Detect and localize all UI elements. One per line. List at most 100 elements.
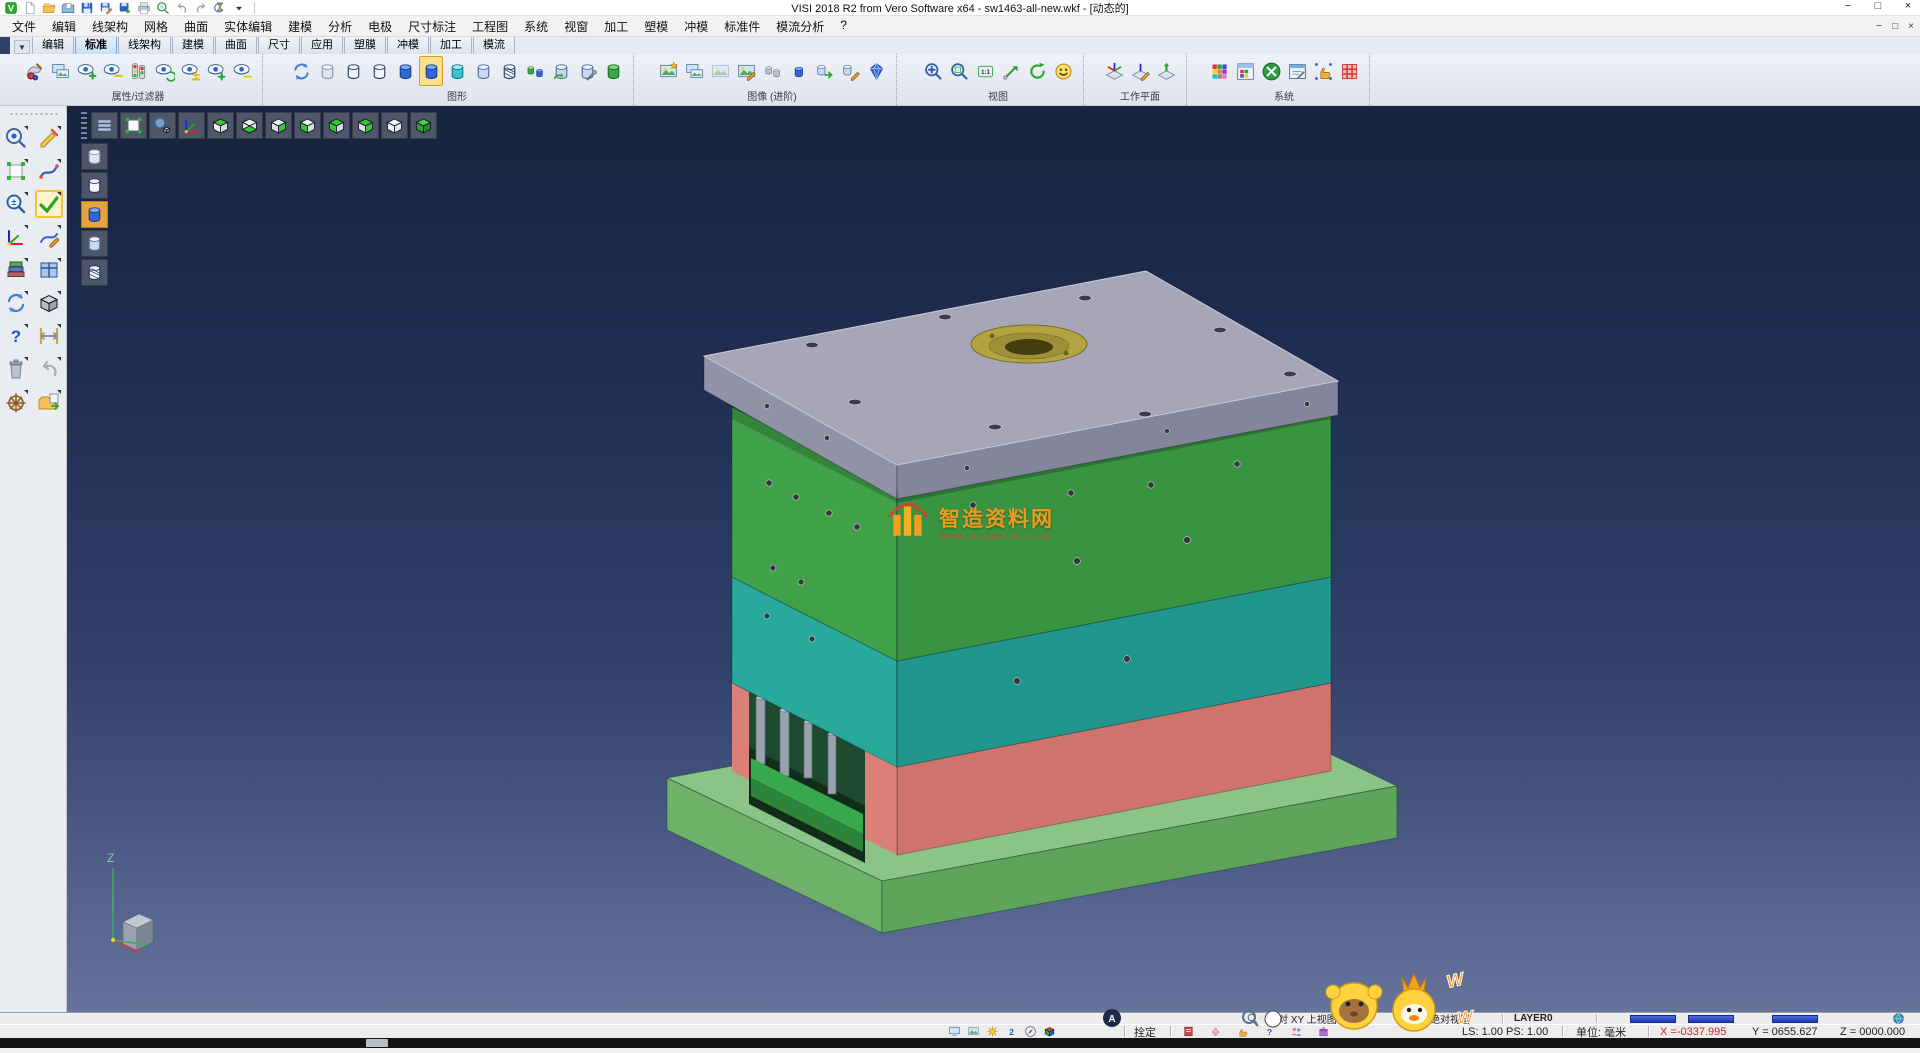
vp-shade-wire-button[interactable] — [81, 172, 108, 199]
menu-item-4[interactable]: 曲面 — [176, 16, 216, 37]
maximize-button[interactable]: □ — [1870, 0, 1886, 12]
system-snap-button[interactable] — [1311, 56, 1335, 86]
menu-item-0[interactable]: 文件 — [4, 16, 44, 37]
shade-transparent-button[interactable] — [445, 56, 469, 86]
status-book-button[interactable] — [1182, 1025, 1195, 1038]
refresh-button[interactable] — [2, 289, 30, 317]
show-all-button[interactable] — [204, 56, 228, 86]
render-gem-button[interactable] — [864, 56, 888, 86]
navigate-button[interactable] — [2, 388, 30, 416]
history-button[interactable] — [212, 1, 228, 15]
shade-flat-button[interactable] — [471, 56, 495, 86]
status-globe-icon[interactable] — [1892, 1013, 1905, 1024]
undo-gray-button[interactable] — [35, 355, 63, 383]
tab-曲面[interactable]: 曲面 — [215, 34, 257, 54]
menu-item-18[interactable]: ? — [832, 16, 855, 37]
zoom-1-1-button[interactable]: 1:1 — [973, 56, 997, 86]
shade-solid-edges-button[interactable] — [419, 56, 443, 86]
mdi-close-button[interactable]: × — [1908, 21, 1914, 32]
status-flower-button[interactable] — [1209, 1025, 1222, 1038]
image-quality-button[interactable] — [656, 56, 680, 86]
system-grid-button[interactable] — [1337, 56, 1361, 86]
status-units[interactable]: 单位: 毫米 — [1576, 1025, 1626, 1038]
vp-shade-solid-button[interactable] — [81, 201, 108, 228]
menu-item-9[interactable]: 尺寸标注 — [400, 16, 464, 37]
help-button[interactable]: ? — [2, 322, 30, 350]
view-toolbar-grip[interactable] — [81, 112, 87, 139]
delete-button[interactable] — [2, 355, 30, 383]
close-button[interactable]: × — [1900, 0, 1916, 12]
view-menu-button[interactable] — [91, 112, 118, 139]
status-compass-button[interactable] — [1024, 1025, 1037, 1038]
status-2-button[interactable]: 2 — [1005, 1025, 1018, 1038]
shade-update-button[interactable] — [549, 56, 573, 86]
menu-item-5[interactable]: 实体编辑 — [216, 16, 280, 37]
menu-item-7[interactable]: 分析 — [320, 16, 360, 37]
menu-item-16[interactable]: 标准件 — [716, 16, 768, 37]
spline-button[interactable] — [35, 157, 63, 185]
tab-线架构[interactable]: 线架构 — [118, 34, 171, 54]
shade-mesh-button[interactable] — [497, 56, 521, 86]
system-window-button[interactable] — [1285, 56, 1309, 86]
toggle-visibility-button[interactable] — [178, 56, 202, 86]
view-right-button[interactable] — [265, 112, 292, 139]
tab-编辑[interactable]: 编辑 — [32, 34, 74, 54]
workplane-button[interactable] — [2, 223, 30, 251]
tab-建模[interactable]: 建模 — [172, 34, 214, 54]
status-display-button[interactable] — [948, 1025, 961, 1038]
shade-settings-button[interactable] — [575, 56, 599, 86]
import-button[interactable] — [60, 1, 76, 15]
fit-view-button[interactable] — [120, 112, 147, 139]
workplane-move-button[interactable] — [1154, 56, 1178, 86]
show-add-button[interactable] — [74, 56, 98, 86]
open-button[interactable] — [41, 1, 57, 15]
menu-item-1[interactable]: 编辑 — [44, 16, 84, 37]
solid-edit-button[interactable] — [838, 56, 862, 86]
view-iso2-button[interactable] — [352, 112, 379, 139]
vp-shade-ghost-button[interactable] — [81, 143, 108, 170]
hide-all-button[interactable] — [230, 56, 254, 86]
refresh-visibility-button[interactable] — [152, 56, 176, 86]
image-ghost-button[interactable] — [708, 56, 732, 86]
view-top-button[interactable] — [207, 112, 234, 139]
save-all-button[interactable] — [117, 1, 133, 15]
status-magnifier-icon[interactable] — [1246, 1013, 1259, 1024]
tab-尺寸[interactable]: 尺寸 — [258, 34, 300, 54]
workplane-edit-button[interactable] — [1128, 56, 1152, 86]
toolbar-grip[interactable] — [8, 110, 58, 118]
3d-mold-scene[interactable]: Z — [67, 106, 1920, 1012]
zoom-in-button[interactable] — [921, 56, 945, 86]
shade-wireframe-button[interactable] — [341, 56, 365, 86]
mdi-minimize-button[interactable]: − — [1876, 21, 1882, 32]
status-help-button[interactable]: ? — [1263, 1025, 1276, 1038]
menu-item-11[interactable]: 系统 — [516, 16, 556, 37]
new-button[interactable] — [22, 1, 38, 15]
shade-hidden-line-button[interactable] — [367, 56, 391, 86]
redo-button[interactable] — [193, 1, 209, 15]
status-box-button[interactable] — [1317, 1025, 1330, 1038]
view-bottom-button[interactable] — [236, 112, 263, 139]
shade-solid-button[interactable] — [393, 56, 417, 86]
vp-shade-mesh-button[interactable] — [81, 259, 108, 286]
fit-frame-button[interactable] — [2, 157, 30, 185]
tab-标准[interactable]: 标准 — [75, 34, 117, 54]
menu-item-17[interactable]: 模流分析 — [768, 16, 832, 37]
image-edit-button[interactable] — [734, 56, 758, 86]
menu-item-6[interactable]: 建模 — [280, 16, 320, 37]
axes-button[interactable] — [178, 112, 205, 139]
zoom-window-button[interactable] — [947, 56, 971, 86]
regen-graphics-button[interactable] — [289, 56, 313, 86]
status-hand-button[interactable] — [1236, 1025, 1249, 1038]
erase-button[interactable] — [35, 124, 63, 152]
save-button[interactable] — [79, 1, 95, 15]
system-dialog-button[interactable] — [1233, 56, 1257, 86]
filter-traffic-button[interactable] — [126, 56, 150, 86]
print-button[interactable] — [136, 1, 152, 15]
status-lock-toggle[interactable]: 拴定 — [1134, 1025, 1156, 1038]
view-search-button[interactable] — [2, 124, 30, 152]
zoom-arrow-button[interactable] — [999, 56, 1023, 86]
export-button[interactable] — [35, 388, 63, 416]
curve-button[interactable] — [35, 223, 63, 251]
system-colors-button[interactable] — [1207, 56, 1231, 86]
images-filter-button[interactable] — [48, 56, 72, 86]
